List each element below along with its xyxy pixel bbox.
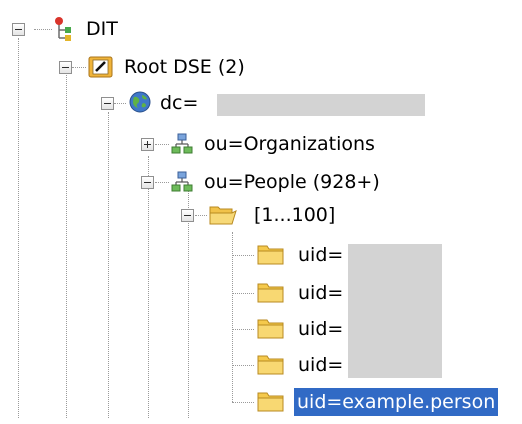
tree-node-entry[interactable]: uid= [298, 241, 343, 269]
tree-guide-line [108, 112, 109, 418]
tree-guide-line [232, 232, 233, 402]
tree-connector [232, 365, 254, 366]
tree-node-entry-selected[interactable]: uid=example.person [294, 388, 499, 416]
org-unit-icon [170, 132, 194, 156]
org-unit-icon [170, 170, 194, 194]
tree-node-ou-people[interactable]: ou=People (928+) [204, 168, 380, 196]
tree-connector [195, 215, 207, 216]
folder-icon [256, 280, 284, 304]
dit-tree-icon [52, 16, 76, 41]
tree-node-entry[interactable]: uid= [298, 315, 343, 343]
open-folder-icon [208, 202, 237, 226]
ldap-browser-tree: DIT Root DSE (2) dc= ou=Organizations ou… [0, 0, 522, 424]
tree-node-range[interactable]: [1...100] [254, 201, 335, 229]
tree-connector [232, 255, 254, 256]
tree-connector [155, 144, 169, 145]
redacted-value [348, 244, 442, 378]
tree-guide-line [188, 188, 189, 418]
tree-connector [232, 402, 254, 403]
tree-guide-line [148, 156, 149, 418]
folder-icon [256, 352, 284, 376]
tree-node-entry[interactable]: uid= [298, 279, 343, 307]
collapse-toggle[interactable] [141, 176, 154, 189]
folder-icon [256, 316, 284, 340]
redacted-value [217, 94, 425, 116]
collapse-toggle[interactable] [59, 61, 72, 74]
expand-toggle[interactable] [141, 138, 154, 151]
collapse-toggle[interactable] [101, 97, 114, 110]
tree-node-root-dse[interactable]: Root DSE (2) [124, 53, 245, 81]
tree-node-ou-organizations[interactable]: ou=Organizations [204, 130, 375, 158]
folder-icon [256, 389, 284, 413]
folder-icon [256, 242, 284, 266]
tree-connector [232, 329, 254, 330]
collapse-toggle[interactable] [181, 209, 194, 222]
tree-guide-line [18, 38, 19, 418]
tree-node-dc[interactable]: dc= [160, 89, 198, 117]
tree-connector [34, 29, 52, 30]
root-dse-icon [88, 54, 113, 78]
tree-node-entry[interactable]: uid= [298, 351, 343, 379]
collapse-toggle[interactable] [12, 23, 25, 36]
tree-connector [114, 103, 126, 104]
tree-guide-line [66, 70, 67, 418]
tree-node-dit[interactable]: DIT [86, 15, 118, 43]
tree-connector [155, 182, 169, 183]
globe-icon [128, 90, 152, 114]
tree-connector [72, 67, 86, 68]
tree-connector [232, 293, 254, 294]
